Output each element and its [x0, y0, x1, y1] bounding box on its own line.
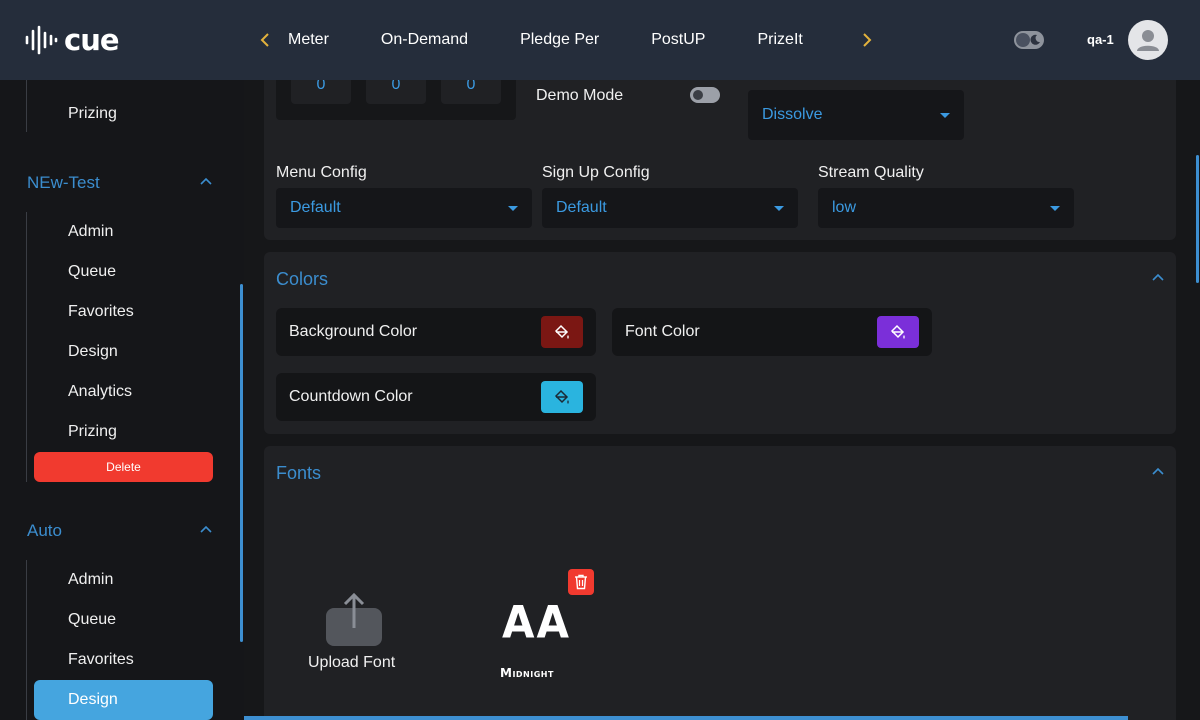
nav-prev-button[interactable] [258, 28, 272, 52]
upload-arrow-icon [343, 592, 365, 628]
sidebar-item-favorites[interactable]: Favorites [68, 650, 134, 670]
font-card-midnight[interactable]: AA Midnight [490, 590, 580, 684]
signup-config-select[interactable]: Default [542, 188, 798, 228]
nav-tab-meter[interactable]: Meter [288, 30, 329, 50]
section-title-new-test[interactable]: NEw-Test [27, 172, 100, 194]
sidebar-item-queue[interactable]: Queue [68, 610, 116, 630]
chevron-up-icon[interactable] [198, 174, 214, 190]
countdown-color-label: Countdown Color [289, 388, 413, 405]
background-color-row: Background Color [276, 308, 596, 356]
sidebar: Prizing NEw-Test Admin Queue Favorites D… [0, 80, 244, 720]
tree-line [26, 560, 27, 720]
upload-font-button[interactable]: Upload Font [306, 588, 402, 678]
paint-bucket-icon [554, 389, 569, 404]
fonts-title: Fonts [276, 463, 322, 483]
caret-down-icon [774, 206, 784, 211]
transition-select[interactable]: Dissolve [748, 90, 964, 140]
sidebar-item-admin[interactable]: Admin [68, 222, 113, 242]
user-icon [1137, 30, 1159, 51]
chevron-up-icon[interactable] [1150, 464, 1166, 480]
number-input-2[interactable]: 0 [366, 80, 426, 104]
logo[interactable]: cue [24, 22, 120, 58]
toggle-knob [693, 90, 703, 100]
settings-panel: 0 0 0 Demo Mode Dissolve Menu Config Def… [264, 80, 1176, 240]
chevron-right-icon [863, 33, 872, 47]
caret-down-icon [508, 206, 518, 211]
countdown-color-row: Countdown Color [276, 373, 596, 421]
tree-line [26, 212, 27, 482]
nav-tab-on-demand[interactable]: On-Demand [381, 30, 468, 50]
sidebar-item-design-active[interactable]: Design [34, 680, 213, 720]
menu-config-select[interactable]: Default [276, 188, 532, 228]
signup-config-value: Default [556, 199, 607, 216]
menu-config-label: Menu Config [276, 164, 367, 181]
trash-icon [575, 574, 587, 590]
sidebar-item-design[interactable]: Design [68, 342, 118, 362]
top-bar: cue Meter On-Demand Pledge Per PostUP Pr… [0, 0, 1200, 80]
caret-down-icon [940, 113, 950, 118]
delete-font-button[interactable] [568, 569, 594, 595]
sidebar-scrollbar[interactable] [240, 284, 243, 642]
section-title-auto[interactable]: Auto [27, 520, 62, 542]
main-scrollbar[interactable] [1196, 155, 1199, 283]
caret-down-icon [1050, 206, 1060, 211]
font-preview-text: AA [502, 596, 572, 649]
logo-text: cue [64, 23, 120, 57]
background-color-swatch[interactable] [541, 316, 583, 348]
number-inputs-group: 0 0 0 [276, 80, 516, 120]
tree-line [26, 80, 27, 132]
paint-bucket-icon [554, 324, 569, 339]
horizontal-scrollbar[interactable] [244, 716, 1128, 720]
number-input-1[interactable]: 0 [291, 80, 351, 104]
sidebar-item-favorites[interactable]: Favorites [68, 302, 134, 322]
signup-config-label: Sign Up Config [542, 164, 650, 181]
toggle-knob [1016, 33, 1030, 47]
font-color-label: Font Color [625, 323, 700, 340]
moon-icon [1030, 34, 1040, 45]
chevron-up-icon[interactable] [1150, 270, 1166, 286]
soundwave-logo-icon [25, 25, 58, 55]
stream-quality-select[interactable]: low [818, 188, 1074, 228]
background-color-label: Background Color [289, 323, 418, 340]
avatar[interactable] [1128, 20, 1168, 60]
nav-tab-prizeit[interactable]: PrizeIt [757, 30, 802, 50]
upload-font-label: Upload Font [308, 654, 396, 671]
nav-next-button[interactable] [860, 28, 874, 52]
paint-bucket-icon [890, 324, 905, 339]
delete-button[interactable]: Delete [34, 452, 213, 482]
transition-value: Dissolve [762, 106, 823, 123]
stream-quality-label: Stream Quality [818, 164, 924, 181]
countdown-color-swatch[interactable] [541, 381, 583, 413]
menu-config-value: Default [290, 199, 341, 216]
stream-quality-value: low [832, 199, 857, 216]
font-name-label: Midnight [500, 666, 554, 680]
fonts-panel: Fonts [264, 446, 1176, 720]
chevron-left-icon [260, 33, 269, 47]
number-input-3[interactable]: 0 [441, 80, 501, 104]
theme-toggle[interactable] [1014, 31, 1044, 49]
font-color-row: Font Color [612, 308, 932, 356]
nav-tab-postup[interactable]: PostUP [651, 30, 705, 50]
colors-title: Colors [276, 269, 329, 289]
nav-tabs: Meter On-Demand Pledge Per PostUP PrizeI… [288, 30, 803, 50]
font-color-swatch[interactable] [877, 316, 919, 348]
nav-tab-pledge-per[interactable]: Pledge Per [520, 30, 599, 50]
demo-mode-label: Demo Mode [536, 87, 624, 104]
username[interactable]: qa-1 [1087, 32, 1114, 47]
sidebar-item-prizing[interactable]: Prizing [68, 422, 117, 442]
sidebar-item-queue[interactable]: Queue [68, 262, 116, 282]
sidebar-item-analytics[interactable]: Analytics [68, 382, 132, 402]
chevron-up-icon[interactable] [198, 522, 214, 538]
sidebar-item-admin[interactable]: Admin [68, 570, 113, 590]
demo-mode-toggle[interactable] [690, 87, 720, 103]
sidebar-item-prizing[interactable]: Prizing [68, 104, 117, 124]
colors-panel: Colors Background Color Font Color Count… [264, 252, 1176, 434]
